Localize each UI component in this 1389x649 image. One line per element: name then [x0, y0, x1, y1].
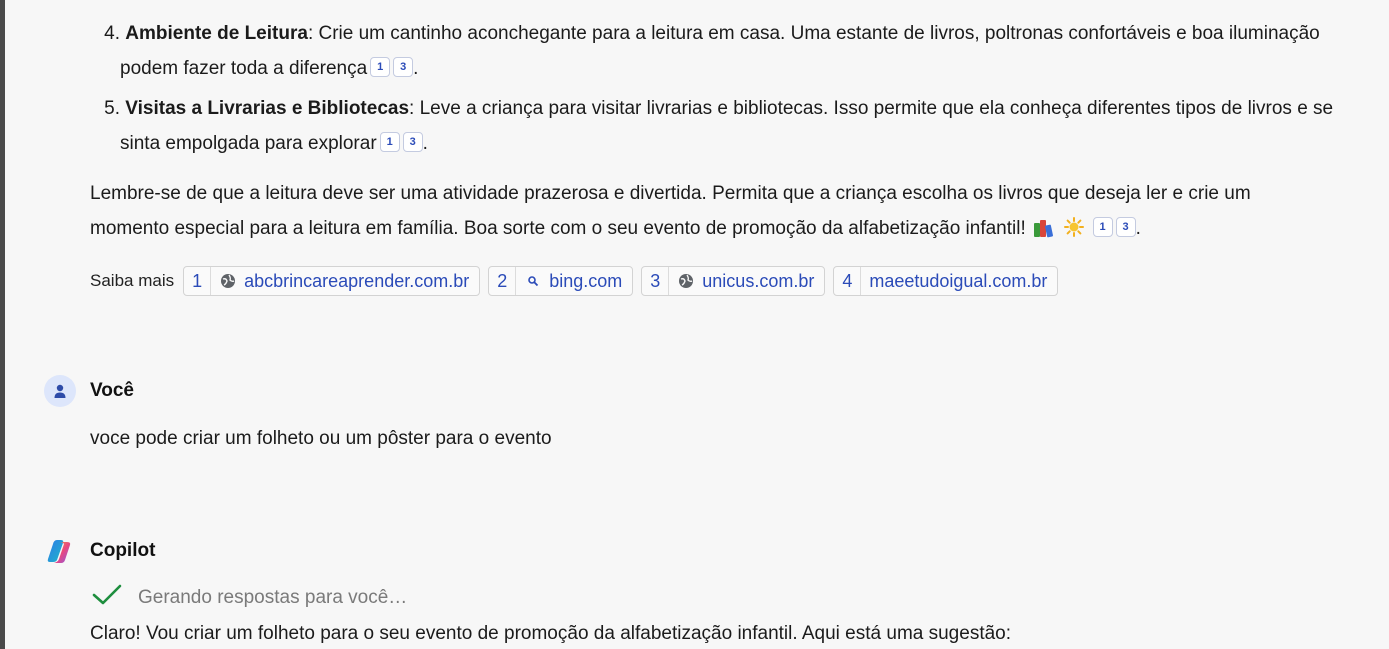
- closing-paragraph: Lembre-se de que a leitura deve ser uma …: [90, 176, 1330, 246]
- list-item-end: .: [422, 133, 428, 154]
- list-item-title: Visitas a Livrarias e Bibliotecas: [125, 98, 410, 119]
- copilot-message-text: Claro! Vou criar um folheto para o seu e…: [90, 623, 1012, 644]
- source-number: 2: [489, 267, 517, 295]
- list-item: 4. Ambiente de Leitura: Crie um cantinho…: [90, 16, 1340, 86]
- source-number: 3: [642, 267, 670, 295]
- source-number: 4: [834, 267, 862, 295]
- source-link[interactable]: 2 bing.com: [488, 266, 634, 296]
- citation-badge[interactable]: 3: [1115, 217, 1136, 237]
- list-item-number: 5.: [104, 98, 120, 119]
- user-message-header: Você: [44, 375, 134, 407]
- chat-transcript: 4. Ambiente de Leitura: Crie um cantinho…: [0, 0, 1389, 649]
- copilot-logo-icon: [44, 535, 76, 567]
- source-number: 1: [184, 267, 212, 295]
- learn-more-bar: Saiba mais 1 abcbrincareaprender.com.br …: [90, 266, 1066, 296]
- source-domain: bing.com: [549, 270, 623, 291]
- copilot-message-header: Copilot: [44, 535, 155, 567]
- status-text: Gerando respostas para você…: [138, 587, 408, 608]
- person-icon: [44, 375, 76, 407]
- check-icon: [92, 584, 122, 612]
- list-item-end: .: [413, 58, 419, 79]
- globe-icon: [677, 272, 695, 290]
- citation-badge[interactable]: 1: [370, 57, 391, 77]
- source-domain: maeetudoigual.com.br: [869, 270, 1048, 291]
- source-domain: unicus.com.br: [702, 270, 815, 291]
- source-link[interactable]: 1 abcbrincareaprender.com.br: [183, 266, 481, 296]
- learn-more-label: Saiba mais: [90, 271, 175, 290]
- search-icon: [524, 272, 542, 290]
- citation-badge[interactable]: 3: [393, 57, 414, 77]
- list-item: 5. Visitas a Livrarias e Bibliotecas: Le…: [90, 91, 1340, 161]
- user-message-text: voce pode criar um folheto ou um pôster …: [90, 428, 552, 449]
- citation-badge[interactable]: 3: [402, 132, 423, 152]
- source-link[interactable]: 3 unicus.com.br: [641, 266, 826, 296]
- sun-emoji: [1064, 214, 1085, 237]
- list-item-number: 4.: [104, 23, 120, 44]
- source-domain: abcbrincareaprender.com.br: [244, 270, 470, 291]
- list-item-title: Ambiente de Leitura: [125, 23, 308, 44]
- numbered-list: 4. Ambiente de Leitura: Crie um cantinho…: [90, 16, 1340, 166]
- citation-badge[interactable]: 1: [1092, 217, 1113, 237]
- copilot-author-name: Copilot: [90, 540, 156, 561]
- books-emoji: [1033, 217, 1055, 238]
- citation-badge[interactable]: 1: [379, 132, 400, 152]
- closing-end: .: [1135, 218, 1141, 239]
- source-link[interactable]: 4 maeetudoigual.com.br: [833, 266, 1059, 296]
- user-author-name: Você: [90, 380, 135, 401]
- globe-icon: [219, 272, 237, 290]
- generation-status: Gerando respostas para você…: [90, 584, 407, 612]
